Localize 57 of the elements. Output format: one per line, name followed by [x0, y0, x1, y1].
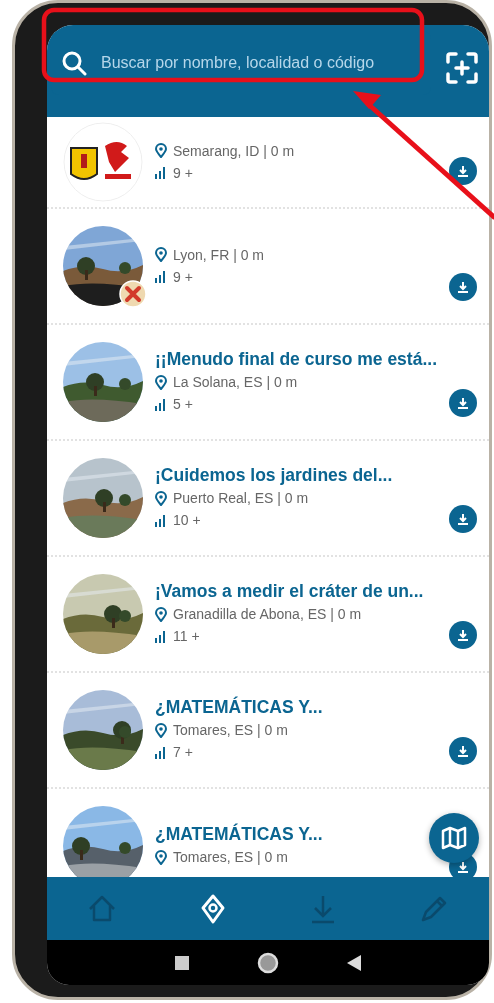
item-title: ¡Vamos a medir el cráter de un... — [155, 580, 425, 603]
download-button[interactable] — [449, 273, 477, 301]
location-pin-icon — [155, 849, 167, 865]
download-icon — [457, 513, 469, 525]
list-item[interactable]: Semarang, ID | 0 m 9 + — [47, 117, 489, 209]
count-text: 9 + — [173, 268, 193, 287]
list-item[interactable]: ¡¡Menudo final de curso me está... La Solana, ES | 0 m 5 + — [47, 325, 489, 441]
download-button[interactable] — [449, 157, 477, 185]
download-button[interactable] — [449, 621, 477, 649]
download-icon — [457, 281, 469, 293]
location-text: Tomares, ES | 0 m — [173, 848, 288, 868]
signal-bars-icon — [155, 271, 167, 284]
item-title: ¿MATEMÁTICAS Y... — [155, 696, 324, 719]
download-icon — [457, 745, 469, 757]
count-text: 10 + — [173, 511, 201, 531]
location-text: Lyon, FR | 0 m — [173, 245, 265, 265]
location-pin-icon — [155, 143, 167, 159]
signal-bars-icon — [155, 167, 167, 180]
map-icon — [441, 826, 467, 850]
search-icon — [61, 50, 87, 76]
download-icon — [457, 861, 469, 873]
back-icon[interactable] — [347, 954, 361, 971]
location-text: Granadilla de Abona, ES | 0 m — [173, 605, 362, 624]
signal-bars-icon — [155, 514, 167, 527]
recent-apps-icon[interactable] — [175, 955, 189, 970]
count-text: 11 + — [173, 627, 200, 647]
download-button[interactable] — [449, 505, 477, 533]
signal-bars-icon — [155, 630, 167, 643]
count-text: 7 + — [173, 743, 193, 763]
count-text: 9 + — [173, 164, 193, 183]
download-button[interactable] — [449, 389, 477, 417]
item-title: ¡¡Menudo final de curso me está... — [155, 348, 437, 371]
location-pin-icon — [155, 606, 167, 622]
count-text: 5 + — [173, 395, 193, 415]
location-pin-icon — [155, 374, 167, 390]
home-circle-icon[interactable] — [257, 951, 279, 974]
location-pin-icon — [155, 722, 167, 738]
location-pin-icon — [155, 490, 167, 506]
list-item[interactable]: ¿MATEMÁTICAS Y... Tomares, ES | 0 m 7 + — [47, 673, 489, 789]
list-item[interactable]: ¡Cuidemos los jardines del... Puerto Real, ES | 0 m 10 + — [47, 441, 489, 557]
list-item[interactable]: ¡Vamos a medir el cráter de un... Granadilla de Abona, ES | 0 m 11 + — [47, 557, 489, 673]
download-icon — [457, 629, 469, 641]
download-button[interactable] — [449, 737, 477, 765]
download-icon — [457, 397, 469, 409]
location-text: La Solana, ES | 0 m — [173, 373, 298, 392]
item-title: ¡Cuidemos los jardines del... — [155, 464, 394, 487]
location-pin-icon — [155, 247, 167, 263]
location-text: Tomares, ES | 0 m — [173, 721, 288, 740]
location-text: Puerto Real, ES | 0 m — [173, 489, 309, 508]
signal-bars-icon — [155, 398, 167, 411]
logo-icon — [63, 122, 143, 202]
list-item[interactable]: Lyon, FR | 0 m 9 + — [47, 209, 489, 325]
download-icon — [457, 165, 469, 177]
location-text: Semarang, ID | 0 m — [173, 141, 295, 161]
item-title: ¿MATEMÁTICAS Y... — [155, 823, 324, 847]
signal-bars-icon — [155, 746, 167, 759]
map-button[interactable] — [429, 813, 479, 863]
